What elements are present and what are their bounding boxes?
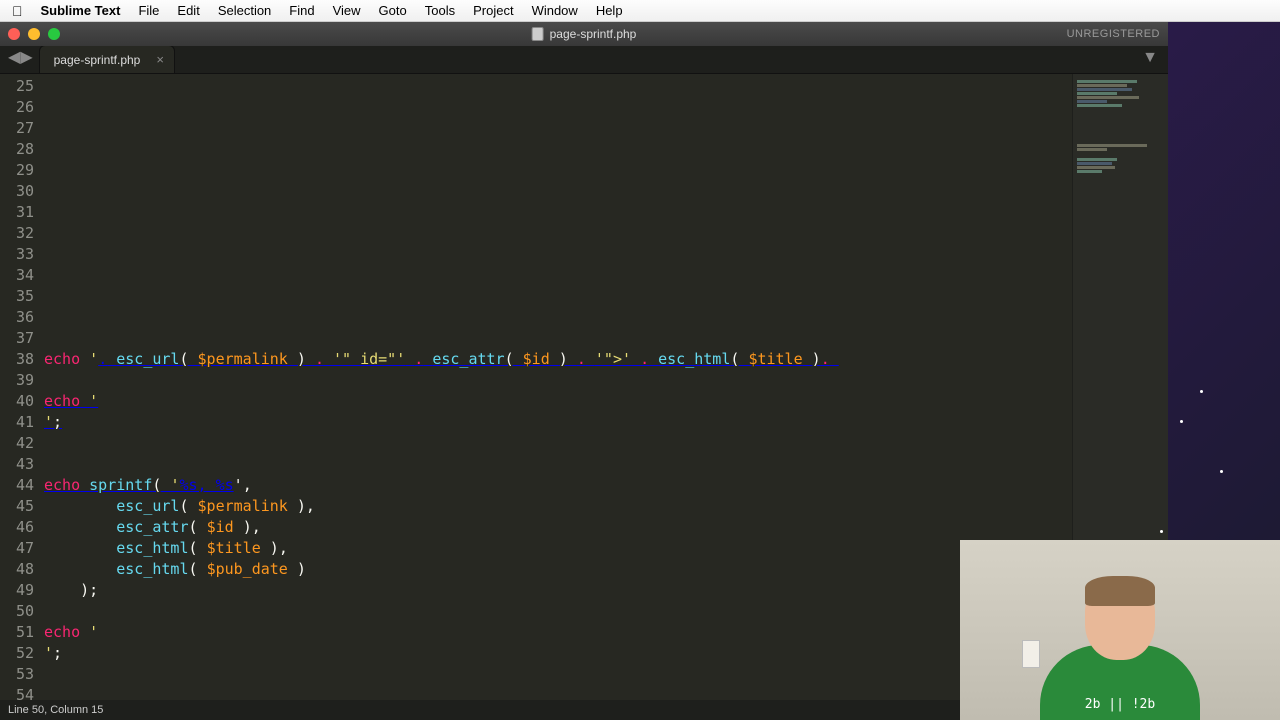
apple-logo-icon[interactable]:  (12, 3, 23, 19)
close-window-icon[interactable] (8, 28, 20, 40)
menu-window[interactable]: Window (532, 3, 578, 18)
menu-tools[interactable]: Tools (425, 3, 455, 18)
code-editor[interactable]: echo '. esc_url( $permalink ) . '" id="'… (44, 74, 1072, 700)
cursor-position: Line 50, Column 15 (8, 704, 103, 716)
menu-goto[interactable]: Goto (379, 3, 407, 18)
nav-back-icon[interactable]: ◀ (8, 47, 20, 67)
shirt-text: 2b || !2b (1085, 697, 1155, 712)
presenter: 2b || !2b (1030, 570, 1210, 720)
line-gutter: 25 26 27 28 29 30 31 32 33 34 35 36 37 3… (0, 74, 44, 700)
webcam-overlay: 2b || !2b (960, 540, 1280, 720)
tab-page-sprintf[interactable]: page-sprintf.php × (39, 45, 175, 73)
menu-find[interactable]: Find (289, 3, 314, 18)
file-icon (532, 27, 544, 41)
nav-arrows: ◀ ▶ (4, 47, 39, 73)
nav-forward-icon[interactable]: ▶ (20, 47, 32, 67)
registration-status: UNREGISTERED (1067, 28, 1160, 40)
menu-project[interactable]: Project (473, 3, 513, 18)
menu-selection[interactable]: Selection (218, 3, 271, 18)
tab-close-icon[interactable]: × (156, 52, 164, 67)
app-name[interactable]: Sublime Text (41, 3, 121, 18)
menu-file[interactable]: File (138, 3, 159, 18)
zoom-window-icon[interactable] (48, 28, 60, 40)
window-titlebar: page-sprintf.php UNREGISTERED (0, 22, 1168, 46)
window-title: page-sprintf.php (532, 27, 637, 41)
tab-label: page-sprintf.php (54, 53, 141, 67)
desktop-stars (1120, 380, 1240, 500)
tab-bar: ◀ ▶ page-sprintf.php × ▼ (0, 46, 1168, 74)
menu-edit[interactable]: Edit (177, 3, 199, 18)
title-filename: page-sprintf.php (550, 27, 637, 41)
tab-dropdown-icon[interactable]: ▼ (1142, 49, 1168, 73)
macos-menubar:  Sublime Text File Edit Selection Find … (0, 0, 1280, 22)
menu-help[interactable]: Help (596, 3, 623, 18)
menu-view[interactable]: View (333, 3, 361, 18)
minimize-window-icon[interactable] (28, 28, 40, 40)
traffic-lights (8, 28, 60, 40)
